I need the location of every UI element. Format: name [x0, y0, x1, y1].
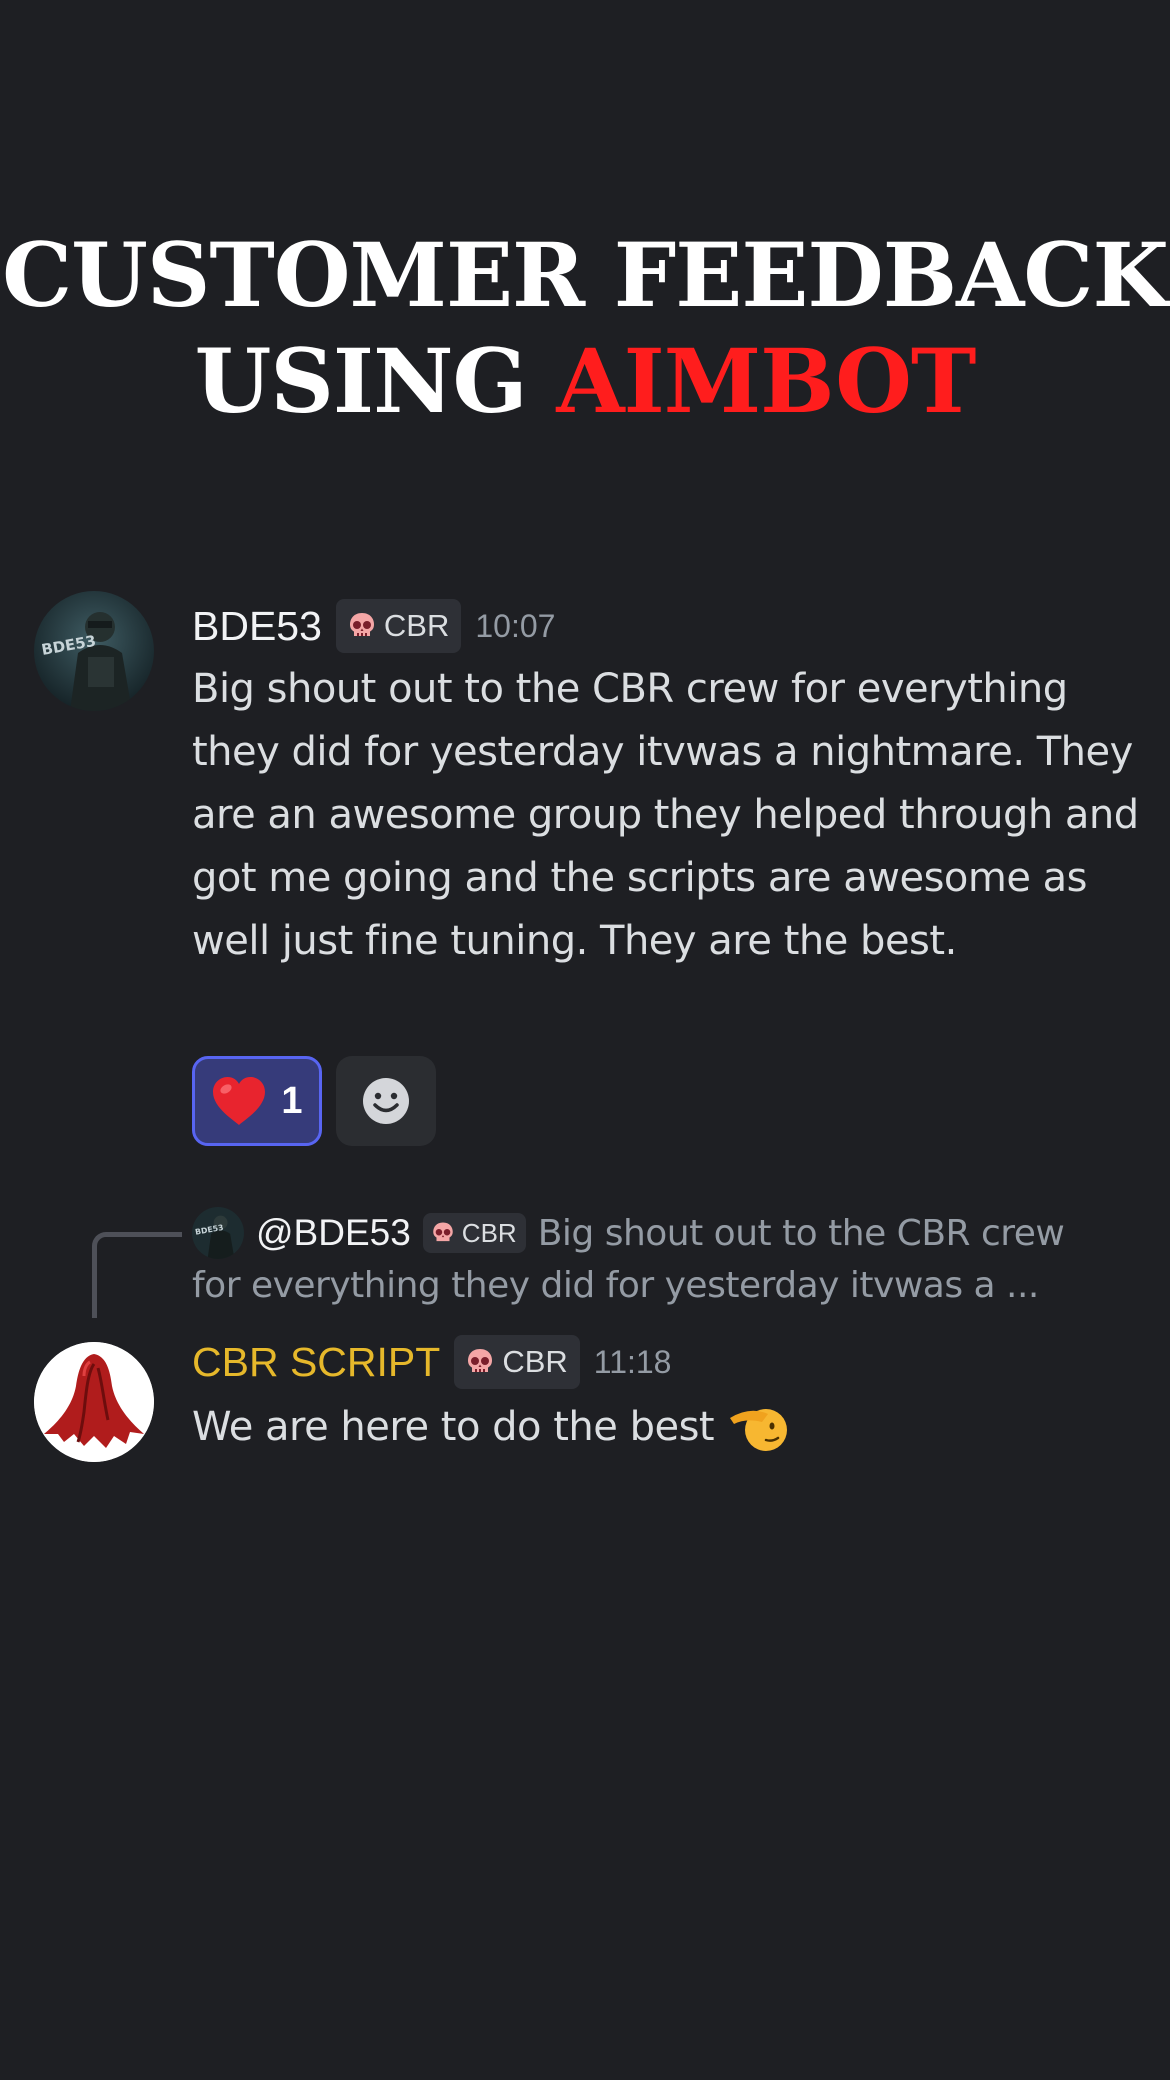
message-header: BDE53 CBR 10:07	[192, 598, 555, 654]
headline-line2-prefix: USING	[194, 329, 557, 433]
reaction-heart[interactable]: 1	[192, 1056, 322, 1146]
add-reaction-button[interactable]	[336, 1056, 436, 1146]
message-text: Big shout out to the CBR crew for everyt…	[192, 666, 1139, 964]
timestamp: 10:07	[475, 607, 556, 644]
message-text-row: We are here to do the best	[192, 1396, 1142, 1459]
headline-line1: CUSTOMER FEEDBACK	[2, 223, 1169, 327]
headline-accent: AIMBOT	[556, 329, 976, 433]
reply-avatar: BDE53	[192, 1207, 244, 1259]
avatar-bde53[interactable]: BDE53	[34, 591, 154, 711]
soldier-avatar: BDE53	[34, 591, 154, 711]
reply-preview-row: BDE53 @BDE53 CBR Big shout out to the CB…	[192, 1205, 1142, 1261]
reply-role-tag: CBR	[422, 1213, 526, 1253]
message-header: CBR SCRIPT CBR 11:18	[192, 1334, 671, 1390]
skull-icon	[433, 1222, 453, 1242]
tag-label: CBR	[383, 608, 450, 643]
reply-author[interactable]: @BDE53	[256, 1212, 411, 1254]
timestamp: 11:18	[593, 1343, 672, 1380]
reaction-count: 1	[281, 1079, 303, 1122]
avatar-cbr-script[interactable]	[34, 1342, 154, 1462]
role-tag[interactable]: CBR	[454, 1335, 580, 1389]
headline: CUSTOMER FEEDBACK USING AIMBOT	[0, 222, 1170, 434]
tag-label: CBR	[502, 1344, 568, 1379]
headline-line2: USING AIMBOT	[0, 328, 1170, 434]
message-text: We are here to do the best	[192, 1404, 715, 1450]
smiley-add-icon	[363, 1078, 409, 1124]
author-name[interactable]: CBR SCRIPT	[192, 1339, 440, 1386]
reply-tag-label: CBR	[461, 1217, 517, 1248]
saluting-face-emoji	[730, 1408, 788, 1451]
reactions-bar: 1	[192, 1056, 436, 1146]
skull-icon	[468, 1349, 493, 1372]
reply-preview-text-continued: for everything they did for yesterday it…	[192, 1265, 1039, 1306]
red-cloak-avatar	[34, 1342, 154, 1462]
reply-connector	[92, 1232, 182, 1318]
reply-preview[interactable]: BDE53 @BDE53 CBR Big shout out to the CB…	[192, 1205, 1142, 1311]
skull-icon	[349, 613, 374, 636]
red-heart-emoji	[213, 1077, 266, 1125]
reply-preview-text: Big shout out to the CBR crew	[537, 1212, 1065, 1254]
role-tag[interactable]: CBR	[335, 599, 462, 653]
soldier-avatar: BDE53	[192, 1207, 244, 1259]
author-name[interactable]: BDE53	[192, 603, 322, 650]
